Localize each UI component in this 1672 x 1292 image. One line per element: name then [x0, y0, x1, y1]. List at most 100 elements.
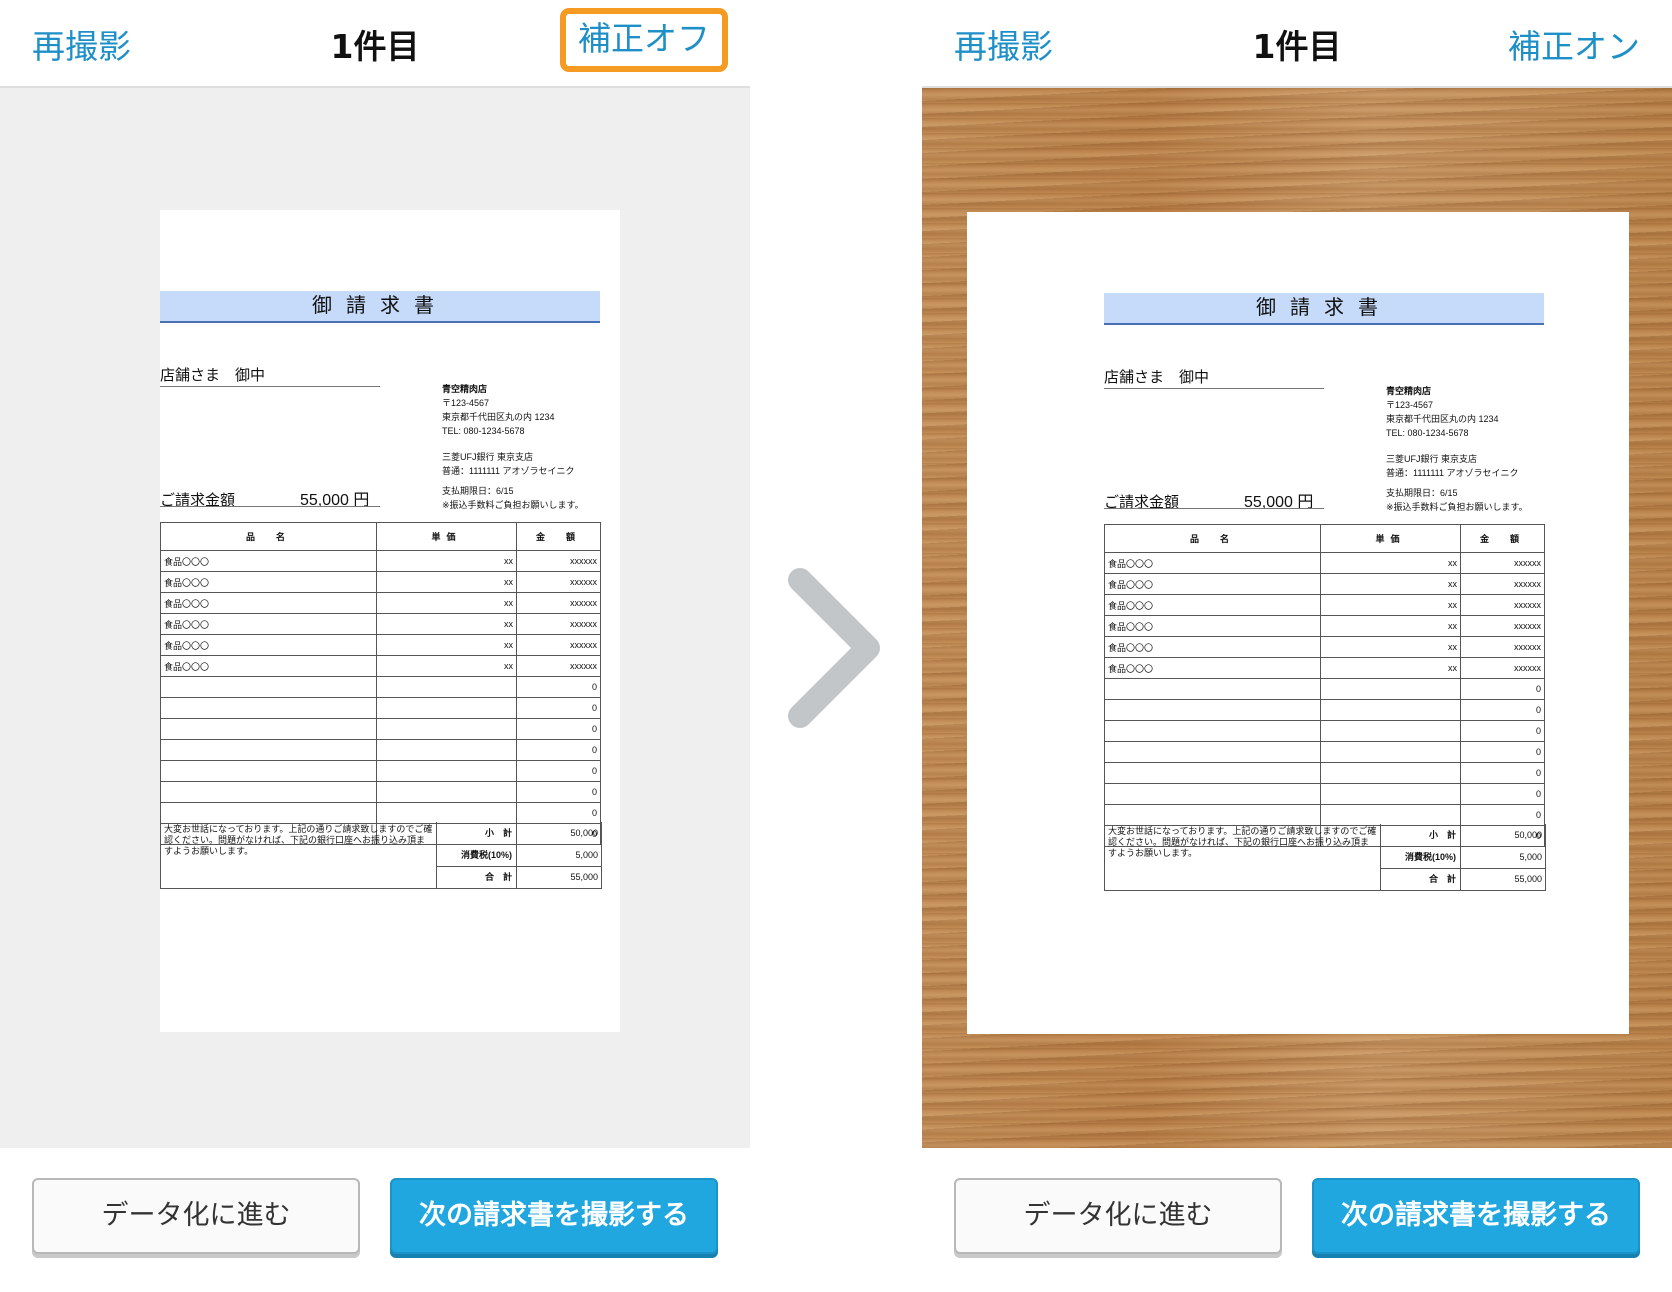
table-cell: [1320, 720, 1461, 742]
client-name: 店舗さま 御中: [160, 364, 380, 387]
table-cell: [160, 781, 377, 803]
table-cell: xxxxxx: [516, 613, 601, 635]
invoice-table: 品 名 単価 金 額 食品〇〇〇 xx xxxxxx 食品〇〇〇 xx xxxxxx 食品〇…: [1104, 524, 1545, 847]
table-row: 食品〇〇〇 xx xxxxxx: [160, 613, 601, 635]
table-header-row: 品 名 単価 金 額: [1104, 524, 1545, 553]
issuer-postal: 〒123-4567: [1386, 400, 1434, 410]
shoot-next-invoice-button[interactable]: 次の請求書を撮影する: [390, 1178, 718, 1254]
summary-label: 小 計: [1381, 824, 1461, 846]
shoot-next-invoice-button[interactable]: 次の請求書を撮影する: [1312, 1178, 1640, 1254]
column-header: 単価: [1320, 524, 1461, 553]
summary-row-total: 合 計 55,000: [1381, 868, 1545, 890]
issuer-info: 青空精肉店 〒123-4567 東京都千代田区丸の内 1234 TEL: 080…: [442, 382, 584, 512]
table-cell: xxxxxx: [1460, 594, 1545, 616]
summary-label: 合 計: [437, 866, 517, 888]
table-cell: [1320, 783, 1461, 805]
table-cell: 食品〇〇〇: [160, 634, 377, 656]
summary-label: 合 計: [1381, 868, 1461, 890]
table-cell: [1104, 678, 1321, 700]
table-cell: [1320, 699, 1461, 721]
summary-value: 55,000: [570, 872, 598, 882]
summary-label: 小 計: [437, 822, 517, 844]
table-cell: xxxxxx: [516, 655, 601, 677]
correction-toggle-button[interactable]: 補正オフ: [560, 8, 728, 72]
table-cell: 食品〇〇〇: [160, 592, 377, 614]
issuer-tel: TEL: 080-1234-5678: [1386, 428, 1469, 438]
table-cell: [1104, 741, 1321, 763]
summary-block: 小 計 50,000 消費税(10%) 5,000 合 計 55,000: [1381, 824, 1545, 890]
table-cell: [1104, 804, 1321, 826]
issuer-due: 支払期限日：6/15: [442, 486, 514, 496]
table-cell: 0: [1460, 678, 1545, 700]
invoice-table: 品 名 単価 金 額 食品〇〇〇 xx xxxxxx 食品〇〇〇 xx xxxxxx 食品〇…: [160, 522, 601, 845]
table-cell: 0: [516, 781, 601, 803]
invoice-note: 大変お世話になっております。上記の通りご請求致しますのでご確認ください。問題がな…: [1105, 824, 1381, 890]
proceed-to-data-button[interactable]: データ化に進む: [954, 1178, 1282, 1254]
header-bar: 再撮影 1件目 補正オン: [922, 0, 1672, 88]
summary-row-tax: 消費税(10%) 5,000: [437, 844, 601, 867]
summary-value: 5,000: [1519, 852, 1542, 862]
table-cell: xxxxxx: [1460, 552, 1545, 574]
table-cell: 食品〇〇〇: [1104, 636, 1321, 658]
table-cell: [1320, 678, 1461, 700]
column-header: 金 額: [1460, 524, 1545, 553]
preview-panel-correction-on: 再撮影 1件目 補正オン 御請求書 店舗さま 御中 ご請求金額 55,000 円…: [922, 0, 1672, 1292]
summary-value: 50,000: [570, 828, 598, 838]
table-cell: xx: [376, 571, 517, 593]
table-cell: [160, 676, 377, 698]
table-row: 食品〇〇〇 xx xxxxxx: [1104, 657, 1545, 679]
table-cell: xx: [376, 592, 517, 614]
table-row: 0: [160, 676, 601, 698]
column-header: 品 名: [160, 522, 377, 551]
proceed-to-data-button[interactable]: データ化に進む: [32, 1178, 360, 1254]
issuer-account: 普通：1111111 アオゾラセイニク: [442, 466, 575, 476]
column-header: 品 名: [1104, 524, 1321, 553]
table-row: 0: [1104, 699, 1545, 721]
table-cell: 食品〇〇〇: [160, 550, 377, 572]
table-row: 0: [1104, 783, 1545, 805]
amount-underline: [160, 506, 380, 507]
summary-value: 5,000: [575, 850, 598, 860]
correction-toggle-button[interactable]: 補正オン: [1508, 20, 1640, 68]
issuer-bank: 三菱UFJ銀行 東京支店: [442, 452, 533, 462]
table-row: 食品〇〇〇 xx xxxxxx: [1104, 636, 1545, 658]
table-cell: xx: [376, 550, 517, 572]
table-cell: xx: [1320, 573, 1461, 595]
table-cell: xx: [1320, 615, 1461, 637]
preview-panel-correction-off: 再撮影 1件目 補正オフ 御請求書 店舗さま 御中 ご請求金額 55,000 円…: [0, 0, 750, 1292]
issuer-due: 支払期限日：6/15: [1386, 488, 1458, 498]
table-row: 食品〇〇〇 xx xxxxxx: [1104, 615, 1545, 637]
table-cell: [1104, 783, 1321, 805]
invoice-footer: 大変お世話になっております。上記の通りご請求致しますのでご確認ください。問題がな…: [160, 822, 602, 889]
client-name: 店舗さま 御中: [1104, 366, 1324, 389]
table-cell: [376, 718, 517, 740]
table-row: 0: [160, 718, 601, 740]
table-cell: 0: [1460, 804, 1545, 826]
table-header-row: 品 名 単価 金 額: [160, 522, 601, 551]
table-cell: [1320, 741, 1461, 763]
table-row: 0: [160, 781, 601, 803]
table-cell: 食品〇〇〇: [160, 655, 377, 677]
table-row: 0: [1104, 762, 1545, 784]
issuer-info: 青空精肉店 〒123-4567 東京都千代田区丸の内 1234 TEL: 080…: [1386, 384, 1528, 514]
table-cell: 0: [1460, 741, 1545, 763]
amount-underline: [1104, 508, 1324, 509]
summary-value: 55,000: [1514, 874, 1542, 884]
table-cell: 0: [516, 739, 601, 761]
table-cell: [376, 676, 517, 698]
table-cell: [160, 739, 377, 761]
photo-preview: 御請求書 店舗さま 御中 ご請求金額 55,000 円 青空精肉店 〒123-4…: [0, 88, 750, 1148]
invoice-title: 御請求書: [1104, 293, 1544, 325]
summary-row-total: 合 計 55,000: [437, 866, 601, 888]
table-cell: 食品〇〇〇: [1104, 594, 1321, 616]
invoice-footer: 大変お世話になっております。上記の通りご請求致しますのでご確認ください。問題がな…: [1104, 824, 1546, 891]
table-row: 0: [1104, 804, 1545, 826]
table-cell: xxxxxx: [1460, 657, 1545, 679]
issuer-bank: 三菱UFJ銀行 東京支店: [1386, 454, 1477, 464]
issuer-fee-note: ※振込手数料ご負担お願いします。: [442, 500, 584, 510]
table-row: 食品〇〇〇 xx xxxxxx: [1104, 552, 1545, 574]
table-cell: xxxxxx: [516, 571, 601, 593]
invoice-document: 御請求書 店舗さま 御中 ご請求金額 55,000 円 青空精肉店 〒123-4…: [967, 212, 1629, 1034]
table-cell: 食品〇〇〇: [1104, 573, 1321, 595]
